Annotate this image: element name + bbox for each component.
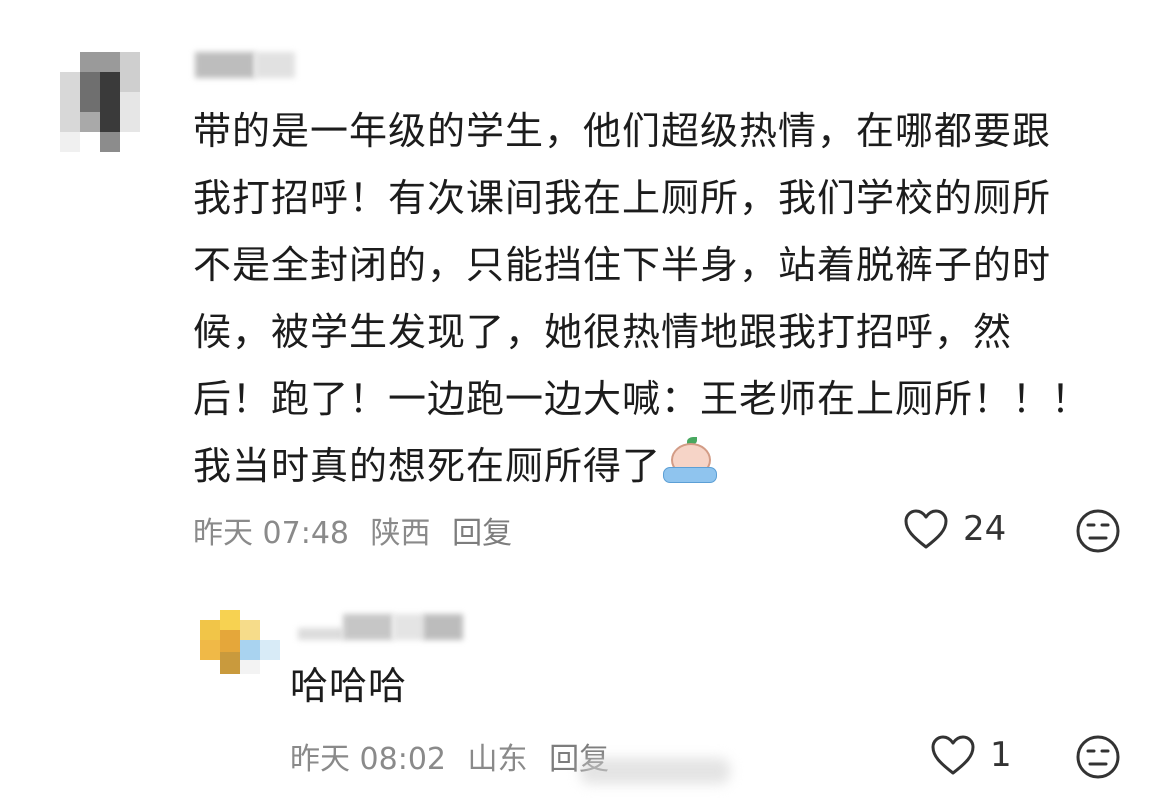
heart-outline-icon	[904, 509, 948, 549]
comment-location: 陕西	[370, 516, 431, 551]
reply-text: 哈哈哈	[290, 664, 408, 708]
comment-meta: 昨天 07:48 陕西 回复	[193, 508, 524, 552]
comment-line: 我打招呼！有次课间我在上厕所，我们学校的厕所	[193, 176, 1052, 220]
meh-face-icon[interactable]	[1075, 734, 1121, 784]
comment-line: 后！跑了！一边跑一边大喊：王老师在上厕所！！！	[193, 377, 1091, 421]
reply-username-blurred[interactable]	[298, 614, 463, 640]
comment-time: 昨天 07:48	[193, 516, 349, 551]
reply-location: 山东	[467, 742, 528, 777]
reply-meta: 昨天 08:02 山东 回复	[290, 734, 621, 778]
username-blurred[interactable]	[195, 52, 295, 78]
like-count: 24	[963, 509, 1007, 549]
comment-line: 带的是一年级的学生，他们超级热情，在哪都要跟	[193, 109, 1052, 153]
like-button[interactable]: 24	[903, 508, 1006, 550]
reply-like-count: 1	[990, 735, 1012, 775]
comment-line: 候，被学生发现了，她很热情地跟我打招呼，然	[193, 310, 1013, 354]
heart-outline-icon	[931, 735, 975, 775]
crying-emoji-icon	[661, 437, 718, 483]
reply-like-button[interactable]: 1	[930, 734, 1012, 776]
meh-face-icon[interactable]	[1075, 508, 1121, 558]
reply-time: 昨天 08:02	[290, 742, 446, 777]
reply-button[interactable]: 回复	[452, 516, 512, 551]
watermark-blur	[580, 758, 730, 784]
reply-avatar[interactable]	[200, 610, 280, 674]
comment-line-last: 我当时真的想死在厕所得了	[193, 433, 1118, 500]
comment-text: 带的是一年级的学生，他们超级热情，在哪都要跟 我打招呼！有次课间我在上厕所，我们…	[193, 98, 1118, 500]
comment-line: 不是全封闭的，只能挡住下半身，站着脱裤子的时	[193, 243, 1052, 287]
avatar[interactable]	[60, 52, 160, 152]
comment-line-text: 我当时真的想死在厕所得了	[193, 444, 662, 488]
